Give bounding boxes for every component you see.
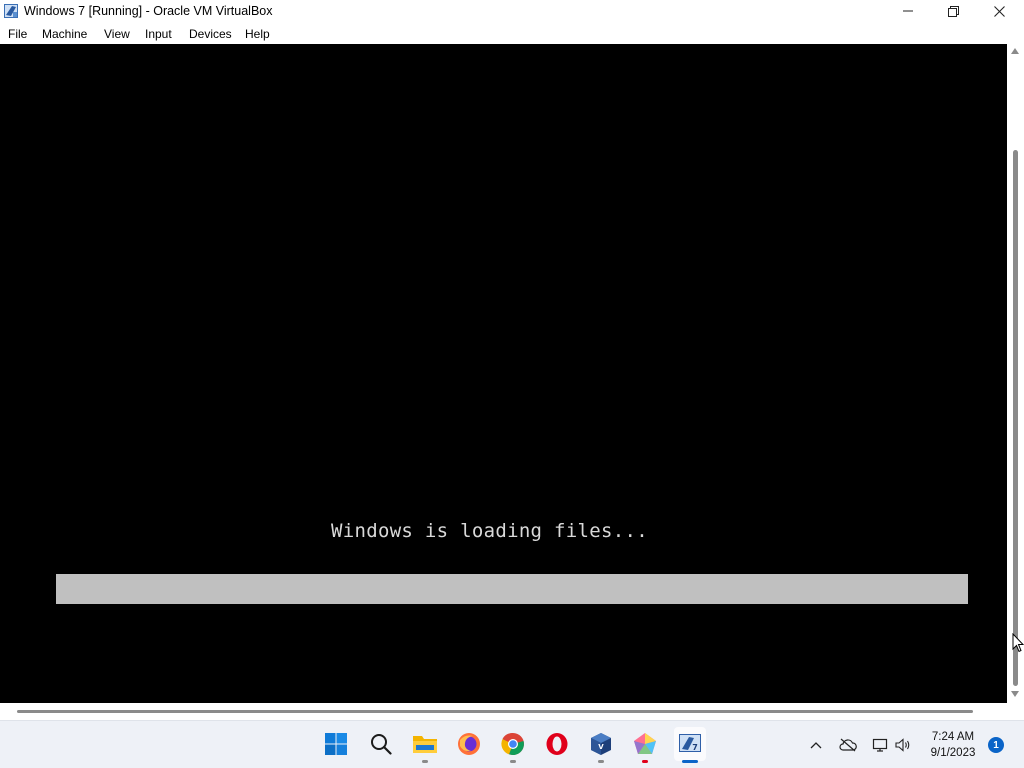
notification-badge[interactable]: 1: [988, 737, 1004, 753]
volume-icon: [895, 738, 910, 752]
chevron-up-icon: [810, 742, 822, 749]
clock-date: 9/1/2023: [930, 747, 976, 759]
menu-devices[interactable]: Devices: [189, 27, 232, 41]
horizontal-scroll-thumb[interactable]: [17, 710, 973, 713]
taskbar-firefox[interactable]: [454, 729, 484, 759]
virtualbox-icon: V: [591, 733, 611, 755]
menu-view[interactable]: View: [104, 27, 130, 41]
taskbar-windows7-vm[interactable]: 7: [674, 727, 706, 763]
taskbar-virtualbox[interactable]: V: [586, 729, 616, 763]
maximize-button[interactable]: [930, 0, 976, 22]
menu-help[interactable]: Help: [245, 27, 270, 41]
menu-file[interactable]: File: [8, 27, 27, 41]
close-icon: [993, 5, 1005, 17]
running-indicator: [510, 760, 516, 763]
virtualbox-vm-icon: [3, 3, 19, 19]
restore-icon: [947, 5, 959, 17]
taskbar: V 7 7:24 AM 9/1/2023 1: [0, 720, 1024, 768]
title-bar[interactable]: Windows 7 [Running] - Oracle VM VirtualB…: [0, 0, 1024, 22]
vertical-scroll-thumb[interactable]: [1013, 150, 1018, 686]
network-icon: [872, 738, 888, 752]
pentagon-app-icon: [634, 733, 656, 754]
menu-machine[interactable]: Machine: [42, 27, 87, 41]
show-hidden-icons-button[interactable]: [807, 736, 825, 754]
vm-display[interactable]: Windows is loading files...: [0, 44, 1007, 703]
running-indicator: [598, 760, 604, 763]
start-button[interactable]: [321, 729, 351, 759]
onedrive-tray-button[interactable]: [839, 736, 857, 754]
opera-icon: [546, 733, 568, 755]
windows-start-icon: [325, 733, 347, 755]
volume-tray-button[interactable]: [894, 736, 912, 754]
mouse-cursor-icon: [1012, 632, 1024, 653]
windows7-vm-icon: 7: [679, 734, 701, 752]
active-indicator: [682, 760, 698, 763]
window-title: Windows 7 [Running] - Oracle VM VirtualB…: [24, 4, 273, 18]
onedrive-offline-icon: [839, 738, 857, 752]
taskbar-chrome[interactable]: [498, 729, 528, 763]
firefox-icon: [458, 733, 480, 755]
loading-progress-fill: [56, 574, 968, 604]
taskbar-search-button[interactable]: [366, 729, 396, 759]
minimize-icon: [903, 10, 913, 12]
menu-bar: File Machine View Input Devices Help: [0, 22, 1024, 44]
menu-input[interactable]: Input: [145, 27, 172, 41]
system-clock[interactable]: 7:24 AM 9/1/2023: [924, 729, 982, 761]
running-indicator: [422, 760, 428, 763]
vertical-scrollbar[interactable]: [1007, 44, 1024, 703]
search-icon: [371, 734, 392, 755]
scroll-up-icon[interactable]: [1011, 48, 1019, 54]
clock-time: 7:24 AM: [931, 731, 975, 743]
running-indicator: [642, 760, 648, 763]
taskbar-opera[interactable]: [542, 729, 572, 759]
horizontal-scrollbar[interactable]: [0, 703, 1007, 720]
loading-progress-bar: [56, 574, 968, 604]
network-tray-button[interactable]: [871, 736, 889, 754]
taskbar-pentagon-app[interactable]: [630, 729, 660, 763]
scroll-down-icon[interactable]: [1011, 691, 1019, 697]
folder-icon: [413, 736, 437, 753]
loading-message: Windows is loading files...: [331, 520, 648, 542]
minimize-button[interactable]: [885, 0, 931, 22]
taskbar-file-explorer[interactable]: [410, 729, 440, 763]
svg-text:7: 7: [692, 743, 698, 752]
svg-text:V: V: [598, 743, 604, 751]
chrome-icon: [501, 732, 524, 756]
close-button[interactable]: [976, 0, 1022, 22]
